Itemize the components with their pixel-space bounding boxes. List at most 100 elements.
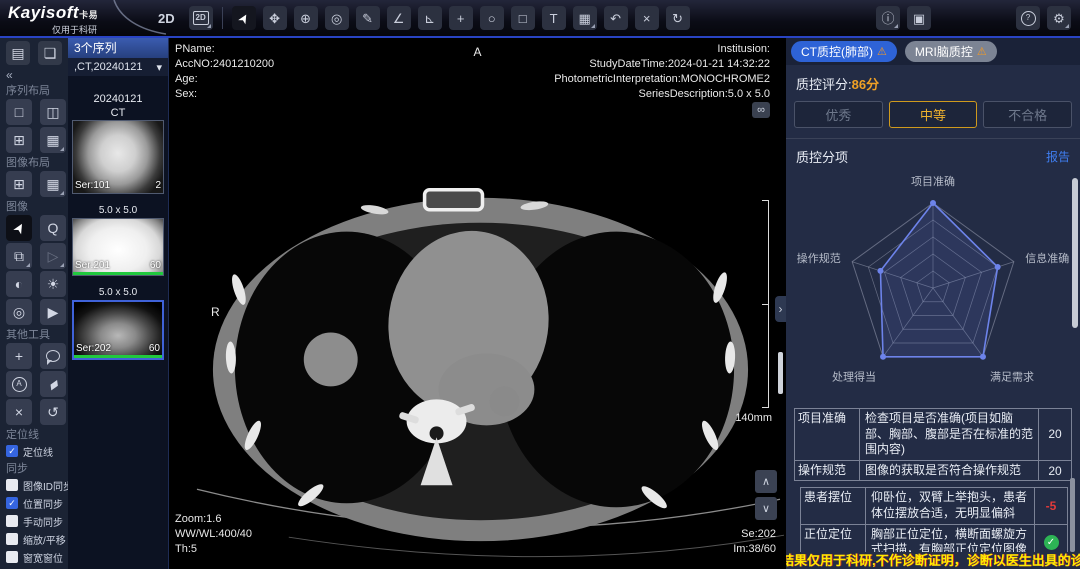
layout-2d-icon[interactable]: 2D xyxy=(189,6,213,30)
undo-icon[interactable]: ↶ xyxy=(604,6,628,30)
crosshair-icon[interactable]: + xyxy=(449,6,473,30)
comment-bubble-icon[interactable] xyxy=(40,343,66,369)
series-layout-3x3-icon[interactable]: ▦ xyxy=(40,127,66,153)
row-label: 操作规范 xyxy=(795,461,860,481)
thumb-count-label: 60 xyxy=(150,260,161,271)
grade-medium-button[interactable]: 中等 xyxy=(889,101,978,128)
zoom-in-icon[interactable]: ⊕ xyxy=(294,6,318,30)
cine-flag-icon[interactable]: ▷ xyxy=(40,243,66,269)
collapse-sidebar-button[interactable]: « xyxy=(6,69,68,82)
cobb-angle-icon[interactable]: ⊾ xyxy=(418,6,442,30)
window-level-icon[interactable]: ◎ xyxy=(325,6,349,30)
pan-icon[interactable]: ✥ xyxy=(263,6,287,30)
unchecked-checkbox-icon[interactable] xyxy=(6,479,18,491)
checkbox-item[interactable]: 手动同步 xyxy=(6,512,68,530)
pacs-app: Kayisoft卡易 仅用于科研 2D 2D ➤✥⊕◎✎∠⊾+○□T▦↶×↻ ⓘ… xyxy=(0,0,1080,569)
logo-subtitle: 仅用于科研 xyxy=(52,25,140,35)
section-title: 其他工具 xyxy=(6,328,68,342)
series-thumb-201[interactable]: 5.0 x 5.0 Ser:201 60 xyxy=(72,204,164,276)
unchecked-checkbox-icon[interactable] xyxy=(6,533,18,545)
image-layout-3x3-icon[interactable]: ▦ xyxy=(40,171,66,197)
series-dropdown[interactable]: ,CT,20240121 ▾ xyxy=(68,58,168,76)
ellipse-roi-icon[interactable]: ○ xyxy=(480,6,504,30)
report-link[interactable]: 报告 xyxy=(1046,148,1070,165)
scroll-down-button[interactable]: ∨ xyxy=(755,497,777,520)
pencil-measure-icon[interactable]: ✎ xyxy=(356,6,380,30)
image-layout-2x2-icon[interactable]: ⊞ xyxy=(6,171,32,197)
image-info-card-icon[interactable]: ▦ xyxy=(573,6,597,30)
help-icon[interactable]: ? xyxy=(1016,6,1040,30)
scroll-up-button[interactable]: ∧ xyxy=(755,470,777,493)
viewer-scrollbar-thumb[interactable] xyxy=(778,352,783,394)
export-report-icon[interactable]: ❏ xyxy=(38,41,62,65)
magnifier-icon[interactable]: Q xyxy=(40,215,66,241)
link-icon[interactable]: ∞ xyxy=(752,102,770,118)
window-level-label: WW/WL:400/40 xyxy=(175,527,252,542)
orientation-a-marker: A xyxy=(473,44,481,60)
text-annotation-icon[interactable]: T xyxy=(542,6,566,30)
unchecked-checkbox-icon[interactable] xyxy=(6,551,18,563)
cross-ruler-icon[interactable]: + xyxy=(6,343,32,369)
checkbox-item[interactable]: ✓位置同步 xyxy=(6,494,68,512)
series-layout-1x1-icon[interactable]: □ xyxy=(6,99,32,125)
series-layout-1x2-icon[interactable]: ◫ xyxy=(40,99,66,125)
detail-table-scrollbar-thumb[interactable] xyxy=(1070,478,1075,552)
accession-number-label: AccNO:2401210200 xyxy=(175,57,274,72)
checkbox-item[interactable]: 窗宽窗位 xyxy=(6,548,68,566)
tab-mri-brain-qc[interactable]: MRI脑质控⚠ xyxy=(905,41,997,62)
play-icon[interactable]: ▶ xyxy=(40,299,66,325)
spiral-target-icon[interactable]: ◎ xyxy=(6,299,32,325)
save-icon[interactable]: ▣ xyxy=(907,6,931,30)
angle-icon[interactable]: ∠ xyxy=(387,6,411,30)
invert-contrast-icon[interactable]: ◐ xyxy=(6,271,32,297)
grade-fail-button[interactable]: 不合格 xyxy=(983,101,1072,128)
orientation-r-marker: R xyxy=(211,304,220,320)
cine-info-icon[interactable]: ⓘ xyxy=(876,6,900,30)
checkbox-item[interactable]: 图像ID同步 xyxy=(6,476,68,494)
series-list-icon[interactable]: ▤ xyxy=(6,41,30,65)
eraser-icon[interactable]: ▰ xyxy=(40,371,66,397)
brightness-icon[interactable]: ☀ xyxy=(40,271,66,297)
mode-2d-label: 2D xyxy=(158,11,175,26)
row-description: 检查项目是否准确(项目如脑部、胸部、腹部是否在标准的范围内容) xyxy=(860,409,1039,460)
svg-text:满足需求: 满足需求 xyxy=(990,370,1034,383)
thumb-ser-label: Ser:201 xyxy=(75,260,110,271)
series-layout-2x2-icon[interactable]: ⊞ xyxy=(6,127,32,153)
grade-excellent-button[interactable]: 优秀 xyxy=(794,101,883,128)
row-label: 项目准确 xyxy=(795,409,860,460)
series-thumb-101[interactable]: 20240121 CT Ser:101 2 xyxy=(72,92,164,194)
panel-expander-button[interactable]: › xyxy=(775,296,786,322)
stamp-a-icon[interactable]: A xyxy=(6,371,32,397)
pointer-tool-icon[interactable]: ➤ xyxy=(6,215,32,241)
patient-age-label: Age: xyxy=(175,72,274,87)
checkbox-item[interactable]: ✓ 定位线 xyxy=(6,442,68,460)
restore-icon[interactable]: ↺ xyxy=(40,399,66,425)
settings-gear-icon[interactable]: ⚙ xyxy=(1047,6,1071,30)
checked-checkbox-icon[interactable]: ✓ xyxy=(6,445,18,457)
ct-viewport[interactable]: PName: AccNO:2401210200 Age: Sex: Instit… xyxy=(168,38,786,569)
table-row: 患者摆位仰卧位，双臂上举抱头，患者体位摆放合适，无明显偏斜-5 xyxy=(801,488,1067,523)
section-title: 图像 xyxy=(6,200,68,214)
study-datetime-label: StudyDateTime:2024-01-21 14:32:22 xyxy=(554,57,770,72)
tools-sidebar: ▤❏ « 序列布局□◫⊞▦图像布局⊞▦图像➤Q⧉▷◐☀◎▶其他工具+A▰×↺ 定… xyxy=(0,38,68,569)
thumb-desc-label: 5.0 x 5.0 xyxy=(72,204,164,218)
row-score: -5 xyxy=(1035,488,1067,523)
close-tool-icon[interactable]: × xyxy=(6,399,32,425)
delete-annotation-icon[interactable]: × xyxy=(635,6,659,30)
section-title: 定位线 xyxy=(6,428,68,442)
qc-scrollbar-thumb[interactable] xyxy=(1072,178,1078,328)
thumb-progress-bar xyxy=(73,272,163,275)
series-panel: 3个序列 ,CT,20240121 ▾ 20240121 CT Ser:101 … xyxy=(68,38,168,569)
checked-checkbox-icon[interactable]: ✓ xyxy=(6,497,18,509)
rect-roi-icon[interactable]: □ xyxy=(511,6,535,30)
reset-icon[interactable]: ↻ xyxy=(666,6,690,30)
checkbox-label: 定位线 xyxy=(23,444,53,459)
patient-sex-label: Sex: xyxy=(175,87,274,102)
flip-rotate-icon[interactable]: ⧉ xyxy=(6,243,32,269)
unchecked-checkbox-icon[interactable] xyxy=(6,515,18,527)
checkbox-item[interactable]: 缩放/平移 xyxy=(6,530,68,548)
tab-ct-lung-qc[interactable]: CT质控(肺部)⚠ xyxy=(791,41,897,62)
series-thumb-202-selected[interactable]: 5.0 x 5.0 Ser:202 60 xyxy=(72,286,164,360)
cursor-icon[interactable]: ➤ xyxy=(232,6,256,30)
table-row: 项目准确检查项目是否准确(项目如脑部、胸部、腹部是否在标准的范围内容)20 xyxy=(795,409,1071,460)
